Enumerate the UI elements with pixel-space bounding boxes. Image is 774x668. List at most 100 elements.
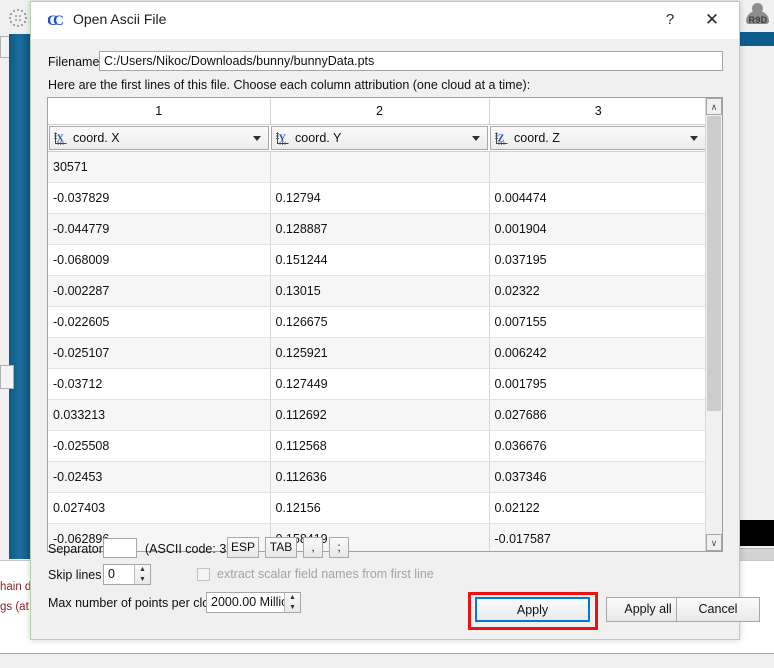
- stepper-up-icon[interactable]: ▲: [135, 565, 150, 574]
- table-cell: -0.025508: [48, 430, 271, 462]
- apply-button[interactable]: Apply: [475, 597, 590, 622]
- ascii-code-text: (ASCII code: 32): [145, 542, 238, 556]
- table-vertical-scrollbar[interactable]: ∧ ∨: [705, 98, 722, 551]
- table-row[interactable]: 0.033213 0.112692 0.027686: [48, 399, 707, 431]
- stepper-down-icon[interactable]: ▼: [135, 575, 150, 584]
- table-cell: -0.037829: [48, 182, 271, 214]
- user-avatar[interactable]: R9D: [744, 2, 772, 32]
- column-attribution-cell-3: Z coord. Z: [489, 124, 707, 152]
- table-row[interactable]: -0.002287 0.13015 0.02322: [48, 275, 707, 307]
- table-cell: 0.037195: [489, 244, 707, 276]
- svg-text:X: X: [57, 133, 65, 144]
- column-attribution-dropdown-2[interactable]: Y coord. Y: [271, 126, 488, 150]
- table-cell: [489, 151, 707, 183]
- table-cell: 0.004474: [489, 182, 707, 214]
- table-cell: 0.036676: [489, 430, 707, 462]
- chevron-down-icon: [253, 136, 261, 141]
- table-cell: 0.12156: [270, 492, 490, 524]
- table-cell: 0.001795: [489, 368, 707, 400]
- table-cell: -0.044779: [48, 213, 271, 245]
- column-attribution-dropdown-1[interactable]: X coord. X: [49, 126, 269, 150]
- separator-esp-button[interactable]: ESP: [227, 537, 259, 558]
- table-cell: 0.112692: [270, 399, 490, 431]
- stepper-down-icon[interactable]: ▼: [285, 603, 300, 612]
- table-cell: 0.125921: [270, 337, 490, 369]
- open-ascii-file-dialog: C C Open Ascii File ? ✕ Filename: Here a…: [30, 1, 760, 640]
- column-number-3: 3: [489, 98, 707, 125]
- cancel-button[interactable]: Cancel: [676, 597, 760, 622]
- table-cell: -0.025107: [48, 337, 271, 369]
- table-row[interactable]: -0.025508 0.112568 0.036676: [48, 430, 707, 462]
- table-cell: -0.068009: [48, 244, 271, 276]
- column-attribution-dropdown-3[interactable]: Z coord. Z: [490, 126, 706, 150]
- table-cell: 0.112568: [270, 430, 490, 462]
- axis-y-icon: Y: [275, 131, 290, 146]
- table-cell: -0.022605: [48, 306, 271, 338]
- column-attribution-cell-2: Y coord. Y: [270, 124, 489, 152]
- separator-tab-button[interactable]: TAB: [265, 537, 297, 558]
- table-row[interactable]: -0.025107 0.125921 0.006242: [48, 337, 707, 369]
- svg-text:Z: Z: [498, 133, 505, 144]
- table-cell: 0.027686: [489, 399, 707, 431]
- table-row[interactable]: 0.027403 0.12156 0.02122: [48, 492, 707, 524]
- avatar-label: R9D: [748, 15, 768, 25]
- column-attribution-label-1: coord. X: [73, 131, 120, 145]
- axis-x-icon: X: [53, 131, 68, 146]
- chevron-down-icon: [690, 136, 698, 141]
- table-cell: 0.151244: [270, 244, 490, 276]
- skip-lines-stepper-buttons[interactable]: ▲ ▼: [134, 565, 150, 584]
- stepper-up-icon[interactable]: ▲: [285, 593, 300, 602]
- filename-label: Filename:: [48, 55, 103, 69]
- column-attribution-label-2: coord. Y: [295, 131, 342, 145]
- separator-comma-button[interactable]: ,: [303, 537, 323, 558]
- help-button[interactable]: ?: [653, 6, 687, 34]
- max-points-value: 2000.00 Million: [211, 595, 296, 609]
- skip-lines-stepper[interactable]: 0 ▲ ▼: [103, 564, 151, 585]
- table-cell: -0.002287: [48, 275, 271, 307]
- table-cell: -0.017587: [489, 523, 707, 551]
- table-row[interactable]: -0.03712 0.127449 0.001795: [48, 368, 707, 400]
- table-cell: 0.127449: [270, 368, 490, 400]
- svg-text:C: C: [53, 13, 64, 29]
- table-row[interactable]: -0.022605 0.126675 0.007155: [48, 306, 707, 338]
- scroll-down-icon[interactable]: ∨: [706, 534, 722, 551]
- max-points-stepper[interactable]: 2000.00 Million ▲ ▼: [206, 592, 301, 613]
- table-row[interactable]: 30571: [48, 151, 707, 183]
- cloudcompare-logo-icon: C C: [47, 11, 66, 29]
- table-row[interactable]: -0.037829 0.12794 0.004474: [48, 182, 707, 214]
- table-cell: 0.037346: [489, 461, 707, 493]
- preview-table-grid: 1 2 3 X coord. X Y coord. Y Z coord. Z 3…: [48, 98, 707, 551]
- column-attribution-label-3: coord. Z: [514, 131, 560, 145]
- table-attribution-row: X coord. X Y coord. Y Z coord. Z: [48, 124, 707, 152]
- table-row[interactable]: -0.044779 0.128887 0.001904: [48, 213, 707, 245]
- table-cell: -0.03712: [48, 368, 271, 400]
- filename-input[interactable]: [99, 51, 723, 71]
- table-cell: 30571: [48, 151, 271, 183]
- extract-field-names-row[interactable]: extract scalar field names from first li…: [197, 567, 434, 581]
- background-toolbar-button-mid[interactable]: [0, 365, 14, 389]
- preview-table: 1 2 3 X coord. X Y coord. Y Z coord. Z 3…: [47, 97, 723, 552]
- max-points-label: Max number of points per cloud: [48, 596, 224, 610]
- table-row[interactable]: -0.068009 0.151244 0.037195: [48, 244, 707, 276]
- table-cell: 0.12794: [270, 182, 490, 214]
- table-row[interactable]: -0.02453 0.112636 0.037346: [48, 461, 707, 493]
- table-cell: 0.027403: [48, 492, 271, 524]
- table-cell: 0.006242: [489, 337, 707, 369]
- column-number-1: 1: [48, 98, 271, 125]
- scrollbar-thumb[interactable]: [707, 116, 721, 411]
- separator-input[interactable]: [103, 538, 137, 558]
- separator-label: Separator: [48, 542, 103, 556]
- dotted-cloud-icon: [6, 6, 30, 30]
- scroll-up-icon[interactable]: ∧: [706, 98, 722, 115]
- max-points-stepper-buttons[interactable]: ▲ ▼: [284, 593, 300, 612]
- separator-semicolon-button[interactable]: ;: [329, 537, 349, 558]
- table-body: 30571 -0.037829 0.12794 0.004474 -0.044779 0.…: [48, 151, 707, 551]
- table-cell: 0.033213: [48, 399, 271, 431]
- column-number-2: 2: [270, 98, 490, 125]
- extract-field-names-label: extract scalar field names from first li…: [217, 567, 434, 581]
- close-icon[interactable]: ✕: [693, 6, 731, 34]
- table-cell: 0.02122: [489, 492, 707, 524]
- extract-field-names-checkbox[interactable]: [197, 567, 210, 581]
- skip-lines-label: Skip lines: [48, 568, 102, 582]
- table-cell: 0.128887: [270, 213, 490, 245]
